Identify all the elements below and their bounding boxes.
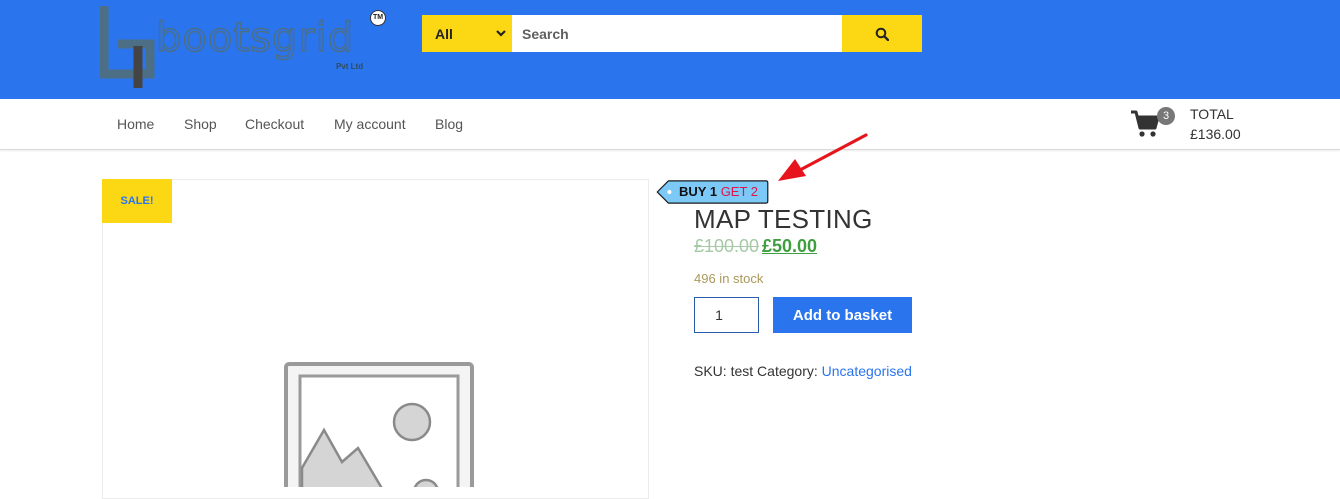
nav-item-blog[interactable]: Blog — [435, 116, 463, 132]
search-icon — [875, 27, 889, 41]
cart-count-badge: 3 — [1157, 107, 1175, 125]
search-category-value: All — [435, 25, 453, 42]
offer-tag: BUY 1 GET 2 — [679, 184, 758, 199]
product-meta: SKU: test Category: Uncategorised — [694, 363, 912, 379]
nav-item-shop[interactable]: Shop — [184, 116, 217, 132]
cart-button[interactable]: 3 — [1130, 105, 1175, 139]
category-label: Category: — [757, 363, 818, 379]
chevron-down-icon — [496, 30, 506, 37]
price-original: £100.00 — [694, 236, 760, 256]
logo-text: bootsgrid — [155, 15, 355, 61]
category-link[interactable]: Uncategorised — [822, 363, 912, 379]
stock-status: 496 in stock — [694, 271, 764, 286]
quantity-input[interactable] — [694, 297, 759, 333]
site-logo[interactable]: bootsgrid Pvt Ltd TM — [100, 4, 400, 94]
product-title: MAP TESTING — [694, 204, 873, 234]
cart-total-label: TOTAL — [1190, 106, 1234, 122]
nav-item-home[interactable]: Home — [117, 116, 154, 132]
sku-label: SKU: — [694, 363, 727, 379]
site-header: bootsgrid Pvt Ltd TM All — [0, 0, 1340, 99]
cart-total-value: £136.00 — [1190, 126, 1241, 142]
sku-value: test — [730, 363, 754, 379]
search-category-select[interactable]: All — [422, 15, 512, 52]
sale-badge: SALE! — [102, 179, 172, 223]
search-input[interactable] — [512, 15, 842, 52]
offer-tag-prefix: BUY 1 — [679, 184, 718, 199]
nav-item-checkout[interactable]: Checkout — [245, 116, 304, 132]
search-button[interactable] — [842, 15, 922, 52]
trademark-badge: TM — [370, 10, 386, 26]
logo-mark-icon — [100, 6, 155, 88]
price-sale: £50.00 — [762, 236, 818, 256]
nav-item-my-account[interactable]: My account — [334, 116, 406, 132]
add-to-basket-button[interactable]: Add to basket — [773, 297, 912, 333]
search-bar: All — [422, 15, 922, 52]
image-placeholder-icon — [284, 362, 474, 487]
logo-subtext: Pvt Ltd — [336, 62, 364, 71]
annotation-arrow-icon — [778, 133, 868, 181]
main-navigation: Home Shop Checkout My account Blog 3 TOT… — [0, 99, 1340, 150]
offer-tag-highlight: GET 2 — [720, 184, 759, 199]
